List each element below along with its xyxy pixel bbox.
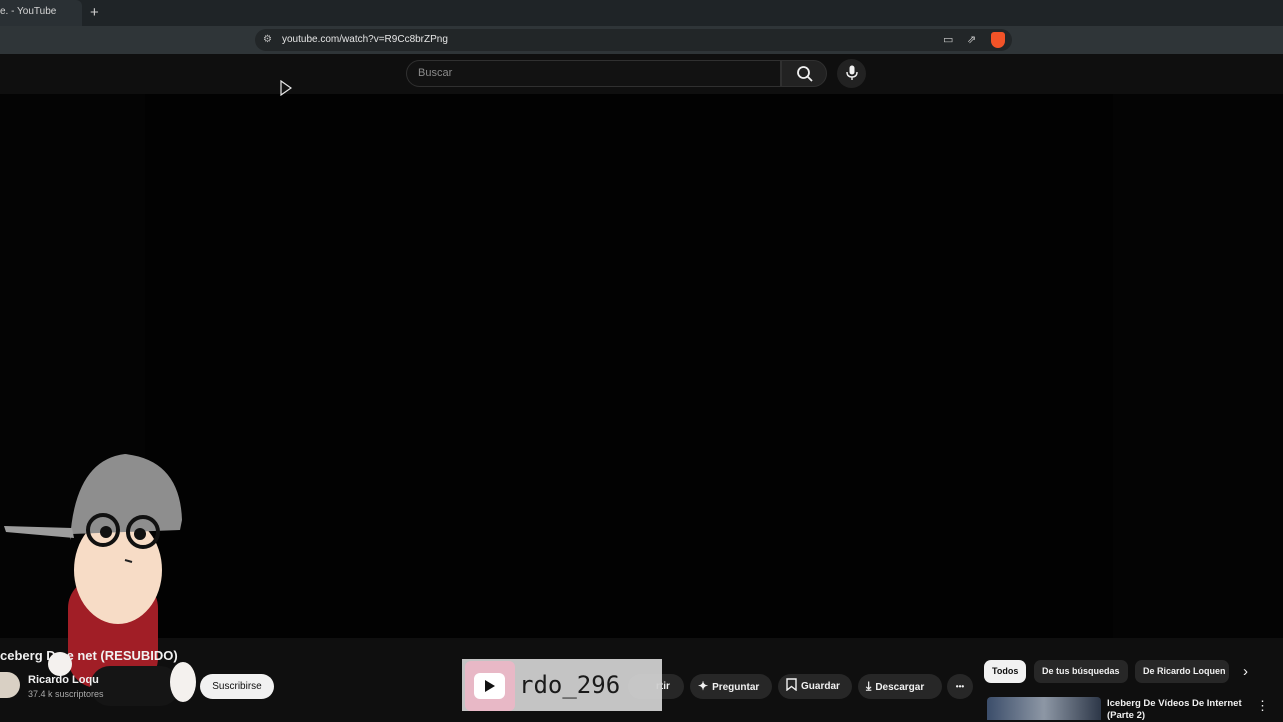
ask-button[interactable]: ✦ Preguntar [690, 674, 772, 699]
chip-from-channel[interactable]: De Ricardo Loquen [1135, 660, 1229, 683]
more-actions-button[interactable]: ••• [947, 674, 973, 699]
save-button[interactable]: Guardar [778, 674, 852, 699]
download-button[interactable]: ⤓ Descargar [858, 674, 942, 699]
subscriber-count: 37.4 k suscriptores [28, 689, 104, 699]
url-text[interactable]: youtube.com/watch?v=R9Cc8brZPng [282, 34, 448, 45]
search-icon [797, 66, 813, 82]
avatar-character-overlay [4, 454, 196, 706]
mouse-cursor-icon [280, 80, 292, 96]
download-icon: ⤓ [866, 679, 872, 693]
play-triangle-icon [485, 680, 495, 692]
video-title: ceberg De e net (RESUBIDO) [0, 648, 178, 663]
mic-icon [846, 65, 858, 80]
search-input[interactable] [406, 60, 781, 87]
subscribe-button[interactable]: Suscribirse [200, 674, 274, 699]
voice-search-button[interactable] [837, 59, 866, 88]
recommended-video-title[interactable]: Iceberg De Vídeos De Internet (Parte 2) [1107, 698, 1247, 722]
chip-from-searches[interactable]: De tus búsquedas [1034, 660, 1128, 683]
kebab-menu-icon[interactable]: ⋮ [1256, 698, 1269, 714]
site-info-icon[interactable]: ⚙ [263, 34, 272, 45]
channel-name[interactable]: Ricardo Loqu [28, 674, 99, 686]
chip-all[interactable]: Todos [984, 660, 1027, 683]
search-placeholder: Buscar [418, 67, 453, 79]
new-tab-button[interactable]: + [90, 4, 99, 21]
search-button[interactable] [781, 60, 827, 87]
save-button-label: Guardar [801, 681, 840, 692]
share-icon[interactable]: ⇗ [967, 33, 976, 46]
recommended-video-thumbnail[interactable] [987, 697, 1101, 720]
ask-button-label: Preguntar [712, 682, 760, 693]
brave-shield-icon[interactable] [991, 32, 1005, 48]
browser-tab[interactable]: e. - YouTube [0, 0, 82, 26]
streamer-name: rdo_296 [519, 671, 621, 699]
bookmark-icon [786, 678, 797, 692]
video-frame[interactable] [145, 94, 1113, 638]
tab-title: e. - YouTube [0, 6, 57, 17]
download-button-label: Descargar [875, 682, 925, 693]
browser-tab-bar: e. - YouTube + [0, 0, 1283, 26]
sparkle-icon: ✦ [698, 679, 709, 693]
chevron-right-icon[interactable]: › [1243, 663, 1248, 680]
cast-icon[interactable]: ▭ [943, 33, 953, 46]
